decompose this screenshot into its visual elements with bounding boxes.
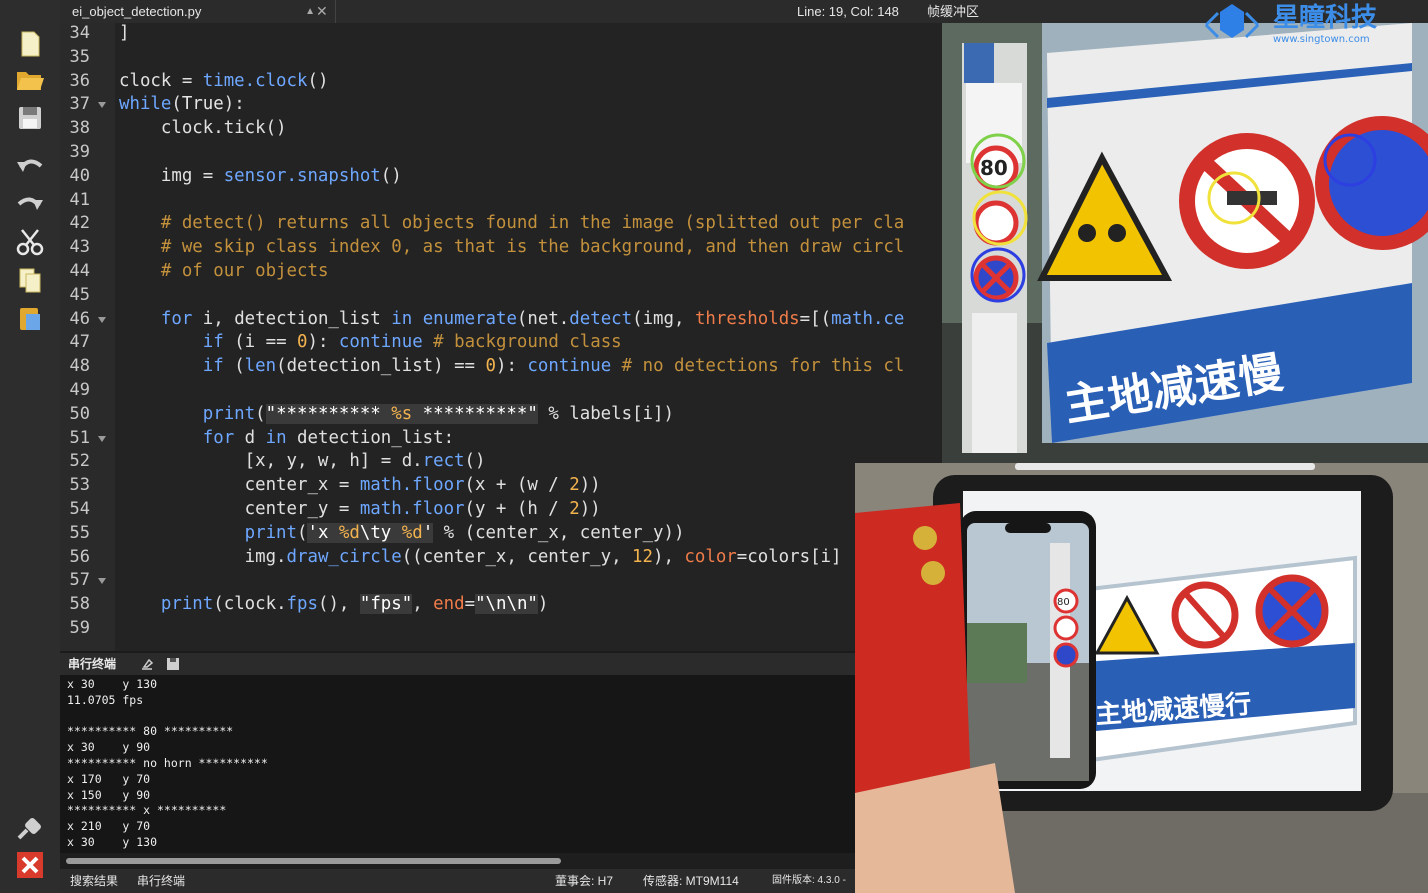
brand-logo: 星瞳科技 www.singtown.com [1198,0,1428,50]
code-line: # of our objects [160,261,329,281]
line-number: 38 [69,118,90,139]
logo-text: 星瞳科技 [1273,2,1377,33]
copy-icon[interactable] [14,264,46,296]
code-line: center_y = math.floor(y + (h / 2)) [119,499,601,519]
sensor-label: 传感器: MT9M114 [643,874,739,888]
line-number: 57 [69,570,90,591]
fold-toggle-icon[interactable] [98,578,106,585]
line-number: 37 [69,94,90,115]
terminal-header: 串行终端 [60,653,855,675]
code-line: for d in detection_list: [202,427,455,448]
webcam-image: 主地减速慢行 80 [855,463,1428,893]
line-number: 40 [69,165,90,186]
line-number: 49 [69,380,90,400]
terminal-line: x 210 y 70 [67,819,151,834]
terminal-scrollbar[interactable] [66,858,561,864]
code-line: img.draw_circle((center_x, center_y, 12)… [119,546,842,567]
open-folder-icon[interactable] [14,64,46,96]
new-file-icon[interactable] [14,28,46,60]
code-line: [x, y, w, h] = d.rect() [119,451,486,472]
code-line: for i, detection_list in enumerate(net.d… [160,308,905,329]
status-bar: 搜索结果 串行终端 董事会: H7 传感器: MT9M114 固件版本: 4.3… [60,869,856,893]
redo-icon[interactable] [14,188,46,220]
logo-url: www.singtown.com [1273,34,1370,45]
paste-icon[interactable] [14,302,46,334]
fold-toggle-icon[interactable] [98,102,106,109]
cut-icon[interactable] [14,226,46,258]
close-tab-icon[interactable]: ✕ [316,0,328,23]
line-number: 35 [69,46,90,67]
line-number: 43 [69,237,90,258]
terminal-line: ********** x ********** [67,803,227,818]
frame-buffer-view: 主地减速慢 80 [942,23,1428,463]
line-number: 55 [69,522,90,543]
line-number-gutter: 34 35 36 37 38 39 40 41 42 43 44 45 46 47 48 49 50 51 52 53… [60,23,115,651]
code-line: img = sensor.snapshot() [119,165,402,186]
line-number: 47 [69,332,90,353]
code-line: if (i == 0): continue # background class [202,332,622,353]
frame-buffer-image: 主地减速慢 80 [942,23,1428,463]
code-line: clock.tick() [119,118,287,139]
speed-sign-text: 80 [980,156,1008,180]
file-tab[interactable]: ei_object_detection.py ▲ [60,0,336,23]
code-line: print("********** %s **********" % label… [202,403,674,424]
code-line: # detect() returns all objects found in … [160,213,905,234]
line-number: 42 [69,213,90,234]
code-line: clock = time.clock() [119,70,329,91]
serial-terminal[interactable]: x 30 y 130 11.0705 fps ********** 80 *****… [60,675,855,853]
fold-toggle-icon[interactable] [98,316,106,323]
terminal-line: x 30 y 90 [67,740,151,755]
line-number: 39 [69,142,90,162]
terminal-line: x 170 y 70 [67,771,151,786]
disconnect-icon[interactable] [14,849,46,881]
terminal-line: ********** 80 ********** [67,724,234,739]
line-number: 46 [69,308,90,329]
search-results-tab[interactable]: 搜索结果 [70,869,118,893]
terminal-line: x 150 y 90 [67,787,151,802]
toolbar [0,0,60,893]
code-editor[interactable]: 34 35 36 37 38 39 40 41 42 43 44 45 46 47 48 49 50 51 52 53… [60,23,942,651]
line-number: 51 [69,427,90,448]
frame-buffer-label: 帧缓冲区 [927,4,980,19]
code-line: ] [119,23,130,43]
terminal-title: 串行终端 [68,657,117,671]
line-number: 52 [69,451,90,472]
code-line: while(True): [119,94,245,115]
serial-terminal-tab[interactable]: 串行终端 [137,869,185,893]
line-number: 45 [69,284,90,305]
fold-toggle-icon[interactable] [98,435,106,442]
line-number: 34 [69,23,90,43]
terminal-line: ********** no horn ********** [67,756,268,770]
tab-switch-icon[interactable]: ▲ [305,0,315,23]
code-line: print('x %d\ty %d' % (center_x, center_y… [244,522,685,543]
line-number: 36 [69,70,90,91]
line-number: 41 [69,189,90,210]
line-number: 48 [69,356,90,377]
line-number: 50 [69,403,90,424]
line-number: 53 [69,475,90,496]
webcam-view: 主地减速慢行 80 [855,463,1428,893]
undo-icon[interactable] [14,150,46,182]
file-tab-label: ei_object_detection.py [72,4,202,19]
phone-speed-text: 80 [1057,597,1070,608]
code-line: if (len(detection_list) == 0): continue … [202,356,905,377]
code-line: # we skip class index 0, as that is the … [160,237,905,258]
code-line: print(clock.fps(), "fps", end="\n\n") [160,594,549,615]
code-line: center_x = math.floor(x + (w / 2)) [119,475,601,496]
board-label: 董事会: H7 [555,874,614,888]
terminal-line: x 30 y 130 [67,835,158,849]
cursor-position: Line: 19, Col: 148 [797,4,899,19]
line-number: 44 [69,261,90,281]
connect-icon[interactable] [14,812,46,844]
terminal-line: 11.0705 fps [67,692,144,707]
line-number: 54 [69,499,90,519]
firmware-label: 固件版本: 4.3.0 - [772,875,846,886]
line-number: 56 [69,546,90,567]
terminal-line: x 30 y 130 [67,677,158,691]
save-icon[interactable] [14,102,46,134]
line-number: 59 [69,618,90,638]
line-number: 58 [69,594,90,615]
